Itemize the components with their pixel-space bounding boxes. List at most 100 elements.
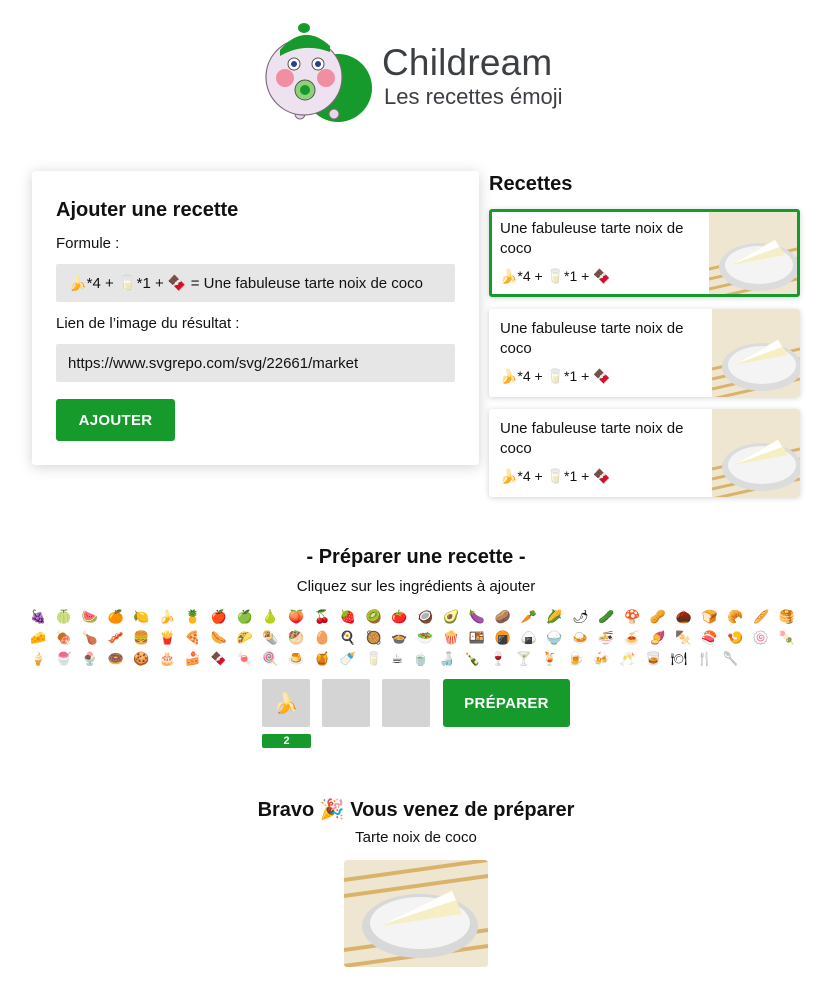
ingredient-emoji[interactable]: 🍺 bbox=[568, 651, 587, 666]
ingredient-emoji[interactable]: 🍧 bbox=[56, 651, 75, 666]
ingredient-emoji[interactable]: 🍼 bbox=[340, 651, 359, 666]
ingredient-emoji[interactable]: 🍿 bbox=[443, 630, 462, 645]
ingredient-emoji[interactable]: 🍓 bbox=[340, 609, 359, 624]
ingredient-emoji[interactable]: 🍡 bbox=[779, 630, 798, 645]
ingredient-emoji[interactable]: 🥜 bbox=[650, 609, 669, 624]
ingredient-emoji[interactable]: 🍐 bbox=[262, 609, 281, 624]
ingredient-emoji[interactable]: 🥑 bbox=[443, 609, 462, 624]
ingredient-emoji[interactable]: 🍊 bbox=[107, 609, 126, 624]
ingredient-emoji[interactable]: 🍾 bbox=[464, 651, 483, 666]
ingredient-emoji[interactable]: 🍔 bbox=[133, 630, 152, 645]
ingredient-emoji[interactable]: 🌽 bbox=[546, 609, 565, 624]
ingredient-emoji[interactable]: 🥒 bbox=[598, 609, 617, 624]
ingredient-emoji[interactable]: 🍒 bbox=[314, 609, 333, 624]
ingredient-slot-2[interactable] bbox=[322, 679, 370, 727]
image-link-input[interactable] bbox=[56, 344, 455, 382]
add-button[interactable]: AJOUTER bbox=[56, 399, 175, 441]
ingredient-emoji[interactable]: 🍛 bbox=[572, 630, 591, 645]
ingredient-emoji[interactable]: 🍽 bbox=[671, 651, 691, 666]
ingredient-emoji[interactable]: 🍵 bbox=[413, 651, 432, 666]
ingredient-emoji[interactable]: 🧀 bbox=[30, 630, 49, 645]
ingredient-emoji[interactable]: 🍏 bbox=[237, 609, 256, 624]
ingredient-emoji[interactable]: 🍇 bbox=[30, 609, 49, 624]
ingredient-emoji[interactable]: 🍌 bbox=[159, 609, 178, 624]
ingredient-emoji[interactable]: 🍖 bbox=[56, 630, 75, 645]
ingredient-emoji[interactable]: 🥕 bbox=[520, 609, 539, 624]
recipe-card[interactable]: Une fabuleuse tarte noix de coco 🍌*4 + 🥛… bbox=[489, 409, 800, 497]
ingredient-emoji[interactable]: 🥂 bbox=[619, 651, 638, 666]
ingredient-emoji[interactable]: 🍑 bbox=[288, 609, 307, 624]
ingredient-emoji[interactable]: 🍎 bbox=[211, 609, 230, 624]
formula-input[interactable] bbox=[56, 264, 455, 302]
ingredient-emoji[interactable]: 🍫 bbox=[211, 651, 230, 666]
ingredient-emoji[interactable]: 🍙 bbox=[520, 630, 539, 645]
ingredient-emoji[interactable]: 🥃 bbox=[645, 651, 664, 666]
ingredient-emoji[interactable]: 🌭 bbox=[211, 630, 230, 645]
ingredient-emoji[interactable]: 🥞 bbox=[779, 609, 798, 624]
ingredient-emoji[interactable]: 🍯 bbox=[314, 651, 333, 666]
ingredient-emoji[interactable]: 🍳 bbox=[340, 630, 359, 645]
ingredient-emoji[interactable]: 🎂 bbox=[159, 651, 178, 666]
ingredient-emoji[interactable]: 🍩 bbox=[107, 651, 126, 666]
ingredient-emoji[interactable]: 🥄 bbox=[723, 651, 742, 666]
ingredient-emoji[interactable]: 🍋 bbox=[133, 609, 152, 624]
ingredient-emoji[interactable]: 🍠 bbox=[650, 630, 669, 645]
ingredient-emoji[interactable]: 🥘 bbox=[366, 630, 385, 645]
ingredient-slot-1[interactable]: 🍌 bbox=[262, 679, 310, 727]
ingredient-emoji[interactable]: 🍅 bbox=[391, 609, 410, 624]
ingredient-emoji[interactable]: 🍷 bbox=[490, 651, 509, 666]
ingredient-emoji[interactable]: 🍶 bbox=[438, 651, 457, 666]
ingredient-emoji[interactable]: 🍰 bbox=[185, 651, 204, 666]
ingredient-emoji[interactable]: 🥛 bbox=[366, 651, 385, 666]
ingredient-emoji[interactable]: 🍄 bbox=[624, 609, 643, 624]
ingredient-emoji[interactable]: 🍮 bbox=[288, 651, 307, 666]
ingredient-emoji[interactable]: 🍉 bbox=[82, 609, 101, 624]
ingredient-emoji[interactable]: 🍕 bbox=[185, 630, 204, 645]
ingredient-emoji[interactable]: 🍞 bbox=[701, 609, 720, 624]
ingredient-emoji[interactable]: 🥙 bbox=[288, 630, 307, 645]
ingredient-emoji[interactable]: 🥝 bbox=[366, 609, 385, 624]
ingredient-emoji[interactable]: 🥗 bbox=[417, 630, 436, 645]
ingredient-emoji[interactable]: 🍣 bbox=[701, 630, 720, 645]
recipe-card[interactable]: Une fabuleuse tarte noix de coco 🍌*4 + 🥛… bbox=[489, 309, 800, 397]
ingredient-emoji[interactable]: 🍴 bbox=[697, 651, 716, 666]
ingredient-emoji[interactable]: 🍦 bbox=[30, 651, 49, 666]
recipe-card[interactable]: Une fabuleuse tarte noix de coco 🍌*4 + 🥛… bbox=[489, 209, 800, 297]
ingredient-emoji[interactable]: 🌶 bbox=[572, 609, 592, 624]
ingredient-emoji[interactable]: 🍪 bbox=[133, 651, 152, 666]
ingredient-emoji[interactable]: 🥚 bbox=[314, 630, 333, 645]
ingredient-emoji[interactable]: 🍝 bbox=[624, 630, 643, 645]
ingredient-emoji[interactable]: 🌮 bbox=[237, 630, 256, 645]
recipe-image bbox=[711, 409, 800, 497]
ingredient-emoji[interactable]: 🍍 bbox=[185, 609, 204, 624]
ingredient-emoji[interactable]: 🍟 bbox=[159, 630, 178, 645]
ingredient-emoji[interactable]: 🥐 bbox=[727, 609, 746, 624]
ingredient-emoji[interactable]: 🍘 bbox=[495, 630, 514, 645]
ingredient-emoji[interactable]: 🥥 bbox=[417, 609, 436, 624]
ingredient-emoji[interactable]: 🍢 bbox=[675, 630, 694, 645]
ingredient-emoji[interactable]: 🍜 bbox=[598, 630, 617, 645]
ingredient-emoji[interactable]: 🥖 bbox=[753, 609, 772, 624]
ingredient-emoji[interactable]: 🌰 bbox=[676, 609, 695, 624]
ingredient-emoji[interactable]: 🍚 bbox=[546, 630, 565, 645]
ingredient-emoji[interactable]: 🍈 bbox=[56, 609, 75, 624]
ingredient-emoji[interactable]: ☕ bbox=[391, 651, 406, 666]
ingredient-emoji[interactable]: 🍹 bbox=[542, 651, 561, 666]
ingredient-emoji[interactable]: 🍱 bbox=[469, 630, 488, 645]
ingredient-emoji[interactable]: 🍲 bbox=[391, 630, 410, 645]
ingredient-emoji[interactable]: 🍬 bbox=[237, 651, 256, 666]
ingredient-emoji[interactable]: 🥔 bbox=[495, 609, 514, 624]
ingredient-emoji[interactable]: 🌯 bbox=[262, 630, 281, 645]
ingredient-emoji[interactable]: 🍥 bbox=[753, 630, 772, 645]
ingredient-emoji[interactable]: 🍤 bbox=[727, 630, 746, 645]
ingredient-emoji[interactable]: 🍆 bbox=[469, 609, 488, 624]
ingredient-emoji[interactable]: 🍭 bbox=[262, 651, 281, 666]
ingredient-emoji[interactable]: 🍻 bbox=[593, 651, 612, 666]
ingredient-emoji[interactable]: 🥓 bbox=[107, 630, 126, 645]
ingredient-emoji[interactable]: 🍸 bbox=[516, 651, 535, 666]
recipe-name: Une fabuleuse tarte noix de coco bbox=[500, 320, 684, 357]
ingredient-emoji[interactable]: 🍨 bbox=[82, 651, 101, 666]
prepare-button[interactable]: PRÉPARER bbox=[443, 679, 570, 727]
ingredient-slot-3[interactable] bbox=[382, 679, 430, 727]
ingredient-emoji[interactable]: 🍗 bbox=[82, 630, 101, 645]
